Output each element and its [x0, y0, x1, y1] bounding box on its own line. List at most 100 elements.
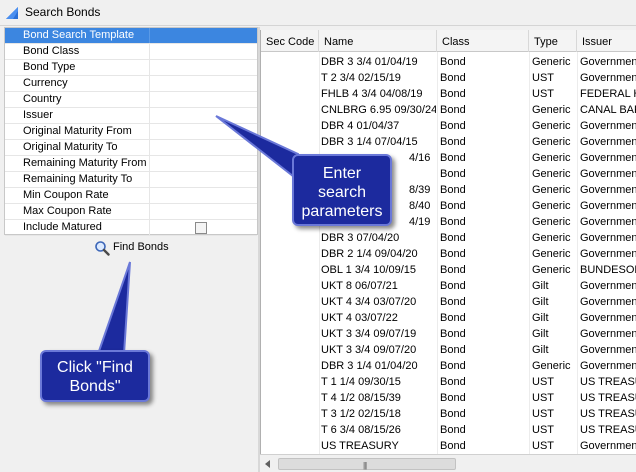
class-cell: Bond [440, 168, 466, 180]
column-header[interactable]: Name [319, 30, 437, 52]
name-cell: DBR 3 1/4 07/04/15 [321, 136, 418, 148]
name-cell-partial: 8/39 [409, 184, 431, 196]
table-row[interactable]: DBR 2 1/4 09/04/20 Bond Generic Government [261, 246, 636, 262]
callout-click-find-bonds: Click "Find Bonds" [40, 350, 150, 402]
criteria-value-field[interactable] [149, 28, 257, 43]
name-cell: CNLBRG 6.95 09/30/24 [321, 104, 436, 116]
criteria-value-field[interactable] [149, 92, 257, 107]
class-cell: Bond [440, 408, 466, 420]
table-row[interactable]: UKT 4 03/07/22 Bond Gilt Government [261, 310, 636, 326]
type-cell: Gilt [532, 344, 549, 356]
class-cell: Bond [440, 152, 466, 164]
class-cell: Bond [440, 56, 466, 68]
name-cell-partial: 8/40 [409, 200, 431, 212]
results-grid: Sec Code Name Class Type Issuer DBR 3 3/4 01… [260, 30, 636, 472]
table-row[interactable]: DBR 3 1/4 01/04/20 Bond Generic Government [261, 358, 636, 374]
class-cell: Bond [440, 392, 466, 404]
grid-body: DBR 3 3/4 01/04/19 Bond Generic Government T… [261, 52, 636, 454]
type-cell: UST [532, 408, 554, 420]
table-row[interactable]: T 6 3/4 08/15/26 Bond UST US TREASUR [261, 422, 636, 438]
class-cell: Bond [440, 296, 466, 308]
callout-text-line: parameters [301, 203, 383, 220]
scroll-left-icon[interactable] [262, 458, 274, 470]
issuer-cell: Government [580, 120, 636, 132]
class-cell: Bond [440, 312, 466, 324]
criteria-label: Original Maturity To [23, 141, 118, 153]
criteria-value-field[interactable] [149, 60, 257, 75]
column-header[interactable]: Issuer [577, 30, 636, 52]
type-cell: UST [532, 440, 554, 452]
criteria-row[interactable]: Country [5, 92, 257, 108]
column-header-label: Class [442, 36, 470, 48]
table-row[interactable]: UKT 8 06/07/21 Bond Gilt Government [261, 278, 636, 294]
name-cell: DBR 3 3/4 01/04/19 [321, 56, 418, 68]
issuer-cell: Government [580, 184, 636, 196]
class-cell: Bond [440, 328, 466, 340]
criteria-label: Issuer [23, 109, 53, 121]
column-header[interactable]: Type [529, 30, 577, 52]
scrollbar-thumb[interactable]: ||| [278, 458, 456, 470]
name-cell: T 6 3/4 08/15/26 [321, 424, 401, 436]
type-cell: UST [532, 392, 554, 404]
criteria-row[interactable]: Bond Class [5, 44, 257, 60]
search-bonds-window: Search Bonds Bond Search Template Bond Cl… [0, 0, 636, 472]
table-row[interactable]: OBL 1 3/4 10/09/15 Bond Generic BUNDESOBL [261, 262, 636, 278]
name-cell: UKT 4 3/4 03/07/20 [321, 296, 417, 308]
class-cell: Bond [440, 280, 466, 292]
issuer-cell: Government [580, 312, 636, 324]
criteria-value-field[interactable] [149, 204, 257, 219]
type-cell: Generic [532, 56, 571, 68]
table-row[interactable]: DBR 3 07/04/20 Bond Generic Government [261, 230, 636, 246]
column-header[interactable]: Sec Code [261, 30, 319, 52]
magnifier-icon [95, 241, 110, 256]
class-cell: Bond [440, 344, 466, 356]
table-row[interactable]: T 3 1/2 02/15/18 Bond UST US TREASUR [261, 406, 636, 422]
name-cell-partial: 4/19 [409, 216, 431, 228]
criteria-value-field[interactable] [149, 76, 257, 91]
horizontal-scrollbar[interactable]: ||| [260, 454, 636, 472]
table-row[interactable]: DBR 4 01/04/37 Bond Generic Government [261, 118, 636, 134]
class-cell: Bond [440, 216, 466, 228]
table-row[interactable]: UKT 3 3/4 09/07/19 Bond Gilt Government [261, 326, 636, 342]
criteria-value-field[interactable] [149, 44, 257, 59]
criteria-row[interactable]: Bond Type [5, 60, 257, 76]
name-cell: US TREASURY [321, 440, 399, 452]
table-row[interactable]: US TREASURY Bond UST Government [261, 438, 636, 454]
name-cell: T 2 3/4 02/15/19 [321, 72, 401, 84]
criteria-row[interactable]: Include Matured [5, 220, 257, 236]
column-header[interactable]: Class [437, 30, 529, 52]
class-cell: Bond [440, 72, 466, 84]
issuer-cell: BUNDESOBL [580, 264, 636, 276]
issuer-cell: Government [580, 72, 636, 84]
table-row[interactable]: FHLB 4 3/4 04/08/19 Bond UST FEDERAL HO [261, 86, 636, 102]
table-row[interactable]: CNLBRG 6.95 09/30/24 Bond Generic CANAL BAR [261, 102, 636, 118]
table-row[interactable]: DBR 3 1/4 07/04/15 Bond Generic Government [261, 134, 636, 150]
type-cell: Generic [532, 216, 571, 228]
table-row[interactable]: T 1 1/4 09/30/15 Bond UST US TREASUR [261, 374, 636, 390]
class-cell: Bond [440, 104, 466, 116]
scrollbar-grip: ||| [363, 461, 367, 470]
criteria-label: Min Coupon Rate [23, 189, 109, 201]
criteria-row[interactable]: Bond Search Template [5, 28, 257, 44]
issuer-cell: Government [580, 360, 636, 372]
table-row[interactable]: UKT 4 3/4 03/07/20 Bond Gilt Government [261, 294, 636, 310]
type-cell: Generic [532, 264, 571, 276]
table-row[interactable]: UKT 3 3/4 09/07/20 Bond Gilt Government [261, 342, 636, 358]
table-row[interactable]: T 2 3/4 02/15/19 Bond UST Government [261, 70, 636, 86]
table-row[interactable]: DBR 3 3/4 01/04/19 Bond Generic Government [261, 54, 636, 70]
type-cell: UST [532, 424, 554, 436]
include-matured-checkbox[interactable] [195, 222, 207, 234]
type-cell: Gilt [532, 280, 549, 292]
class-cell: Bond [440, 200, 466, 212]
issuer-cell: US TREASUR [580, 376, 636, 388]
table-row[interactable]: T 4 1/2 08/15/39 Bond UST US TREASUR [261, 390, 636, 406]
criteria-row[interactable]: Max Coupon Rate [5, 204, 257, 220]
criteria-row[interactable]: Currency [5, 76, 257, 92]
name-cell: DBR 3 1/4 01/04/20 [321, 360, 418, 372]
type-cell: Generic [532, 168, 571, 180]
issuer-cell: Government [580, 248, 636, 260]
name-cell: DBR 3 07/04/20 [321, 232, 400, 244]
type-cell: Generic [532, 136, 571, 148]
class-cell: Bond [440, 136, 466, 148]
criteria-label: Remaining Maturity From [23, 157, 147, 169]
